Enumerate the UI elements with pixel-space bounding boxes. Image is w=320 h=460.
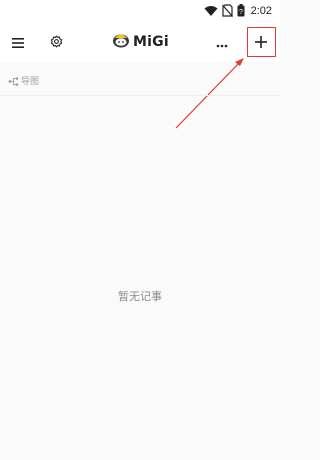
app-logo: MiGi [112,32,169,52]
logo-mascot-icon [112,32,130,52]
empty-state-message: 暂无记事 [118,290,162,303]
more-icon [216,33,228,52]
menu-icon [12,33,24,52]
app-bar: MiGi [0,22,280,62]
battery-icon: ? [237,2,245,21]
gear-icon [50,33,63,52]
status-icons: ? 2:02 [204,3,272,19]
svg-text:?: ? [239,9,243,16]
menu-button[interactable] [6,30,30,54]
no-sim-icon [221,2,233,21]
mindmap-label: 导图 [21,77,40,87]
wifi-icon [204,2,218,21]
annotation-highlight-box [247,27,276,57]
more-button[interactable] [210,30,234,54]
status-time: 2:02 [250,5,272,17]
mindmap-icon [8,71,19,90]
mindmap-link[interactable]: 导图 [8,71,39,90]
logo-text: MiGi [133,34,169,50]
status-bar: ? 2:02 [0,0,280,22]
nav-bar: 导图 [0,62,280,96]
settings-button[interactable] [44,30,68,54]
